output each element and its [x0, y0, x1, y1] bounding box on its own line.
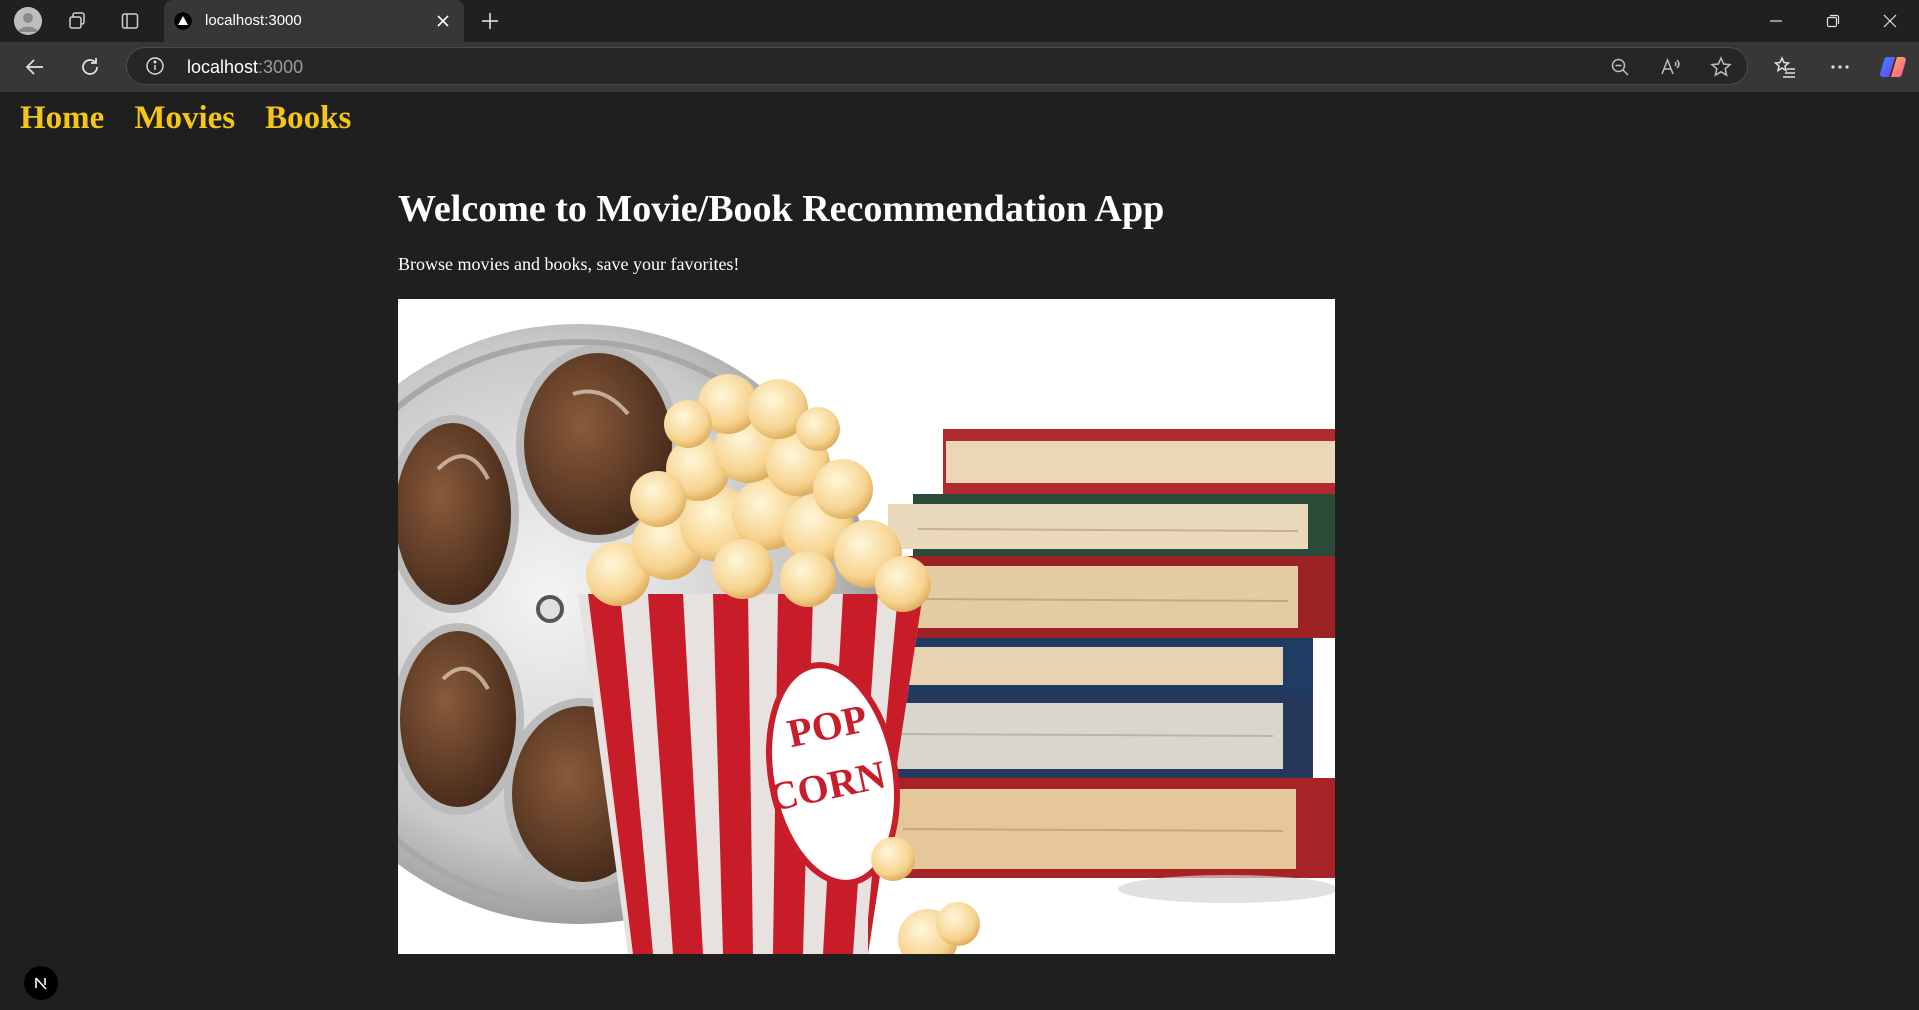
ellipsis-icon[interactable] [1824, 51, 1856, 83]
page-title: Welcome to Movie/Book Recommendation App [398, 188, 1165, 230]
page-subtitle: Browse movies and books, save your favor… [398, 254, 740, 274]
hero-image: POP CORN [398, 299, 1335, 954]
restore-icon[interactable] [1813, 6, 1853, 36]
tab-strip: localhost:3000 [0, 0, 1919, 42]
back-arrow-icon[interactable] [19, 51, 51, 83]
active-tab[interactable]: localhost:3000 [164, 0, 464, 42]
hero-illustration: POP CORN [398, 324, 1335, 954]
main-content: Welcome to Movie/Book Recommendation App… [398, 187, 1335, 275]
vertical-tabs-icon[interactable] [115, 6, 145, 36]
browser-window: localhost:3000 localhost:3000 Home Movie… [0, 0, 1919, 1010]
workspaces-icon[interactable] [62, 6, 92, 36]
nav-link-movies[interactable]: Movies [134, 100, 235, 137]
star-icon[interactable] [1709, 55, 1733, 79]
browser-toolbar: localhost:3000 [0, 42, 1919, 92]
profile-avatar-icon[interactable] [14, 7, 42, 35]
new-tab-plus-icon[interactable] [475, 6, 505, 36]
nextjs-dev-indicator-icon[interactable]: N [24, 966, 58, 1000]
refresh-icon[interactable] [74, 51, 106, 83]
popcorn-bucket-graphic: POP CORN [578, 594, 923, 954]
triangle-favicon-icon [174, 12, 192, 30]
url-port: :3000 [258, 57, 304, 77]
info-icon[interactable] [145, 56, 165, 76]
address-bar[interactable]: localhost:3000 [126, 47, 1748, 85]
nav-link-books[interactable]: Books [265, 100, 351, 137]
read-aloud-icon[interactable] [1659, 55, 1683, 79]
minimize-icon[interactable] [1756, 6, 1796, 36]
favorites-list-icon[interactable] [1769, 51, 1801, 83]
book-stack-graphic [863, 429, 1335, 903]
site-nav: Home Movies Books [20, 100, 351, 137]
zoom-out-icon[interactable] [1608, 55, 1632, 79]
copilot-icon[interactable] [1879, 53, 1907, 81]
tab-title: localhost:3000 [205, 12, 302, 29]
url-host: localhost [187, 57, 259, 77]
tab-close-icon[interactable] [432, 10, 454, 32]
page-viewport: Home Movies Books Welcome to Movie/Book … [5, 92, 1914, 1010]
url-text[interactable]: localhost:3000 [187, 57, 303, 78]
nav-link-home[interactable]: Home [20, 100, 104, 137]
close-window-icon[interactable] [1870, 6, 1910, 36]
